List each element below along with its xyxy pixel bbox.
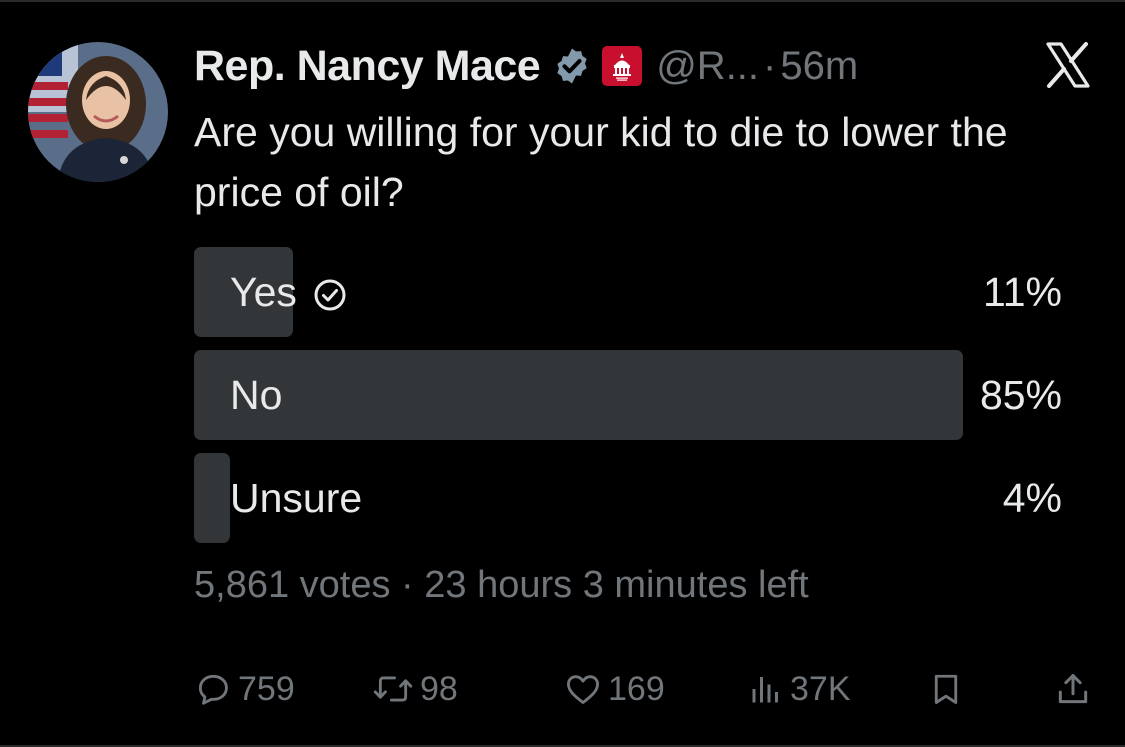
poll-bar-unsure [194,453,230,543]
like-button[interactable]: 169 [564,664,665,714]
tweet-text: Are you willing for your kid to die to l… [194,109,1008,215]
house-gop-badge-icon[interactable] [602,46,643,86]
share-icon [1054,670,1092,708]
separator-dot: · [401,564,414,606]
avatar[interactable] [28,42,168,182]
poll-option-label: Unsure [230,474,363,521]
poll-option-label: No [230,371,283,418]
poll-option-yes[interactable]: Yes 11% [194,247,1064,337]
poll-option-percent: 4% [1002,474,1062,521]
repost-button[interactable]: 98 [372,664,458,714]
bookmark-icon [928,670,964,708]
poll-option-percent: 11% [982,268,1062,315]
reply-button[interactable]: 759 [194,664,295,714]
views-button[interactable]: 37K [748,664,851,714]
heart-icon [564,670,602,708]
repost-count: 98 [420,669,458,708]
tweet-card: Rep. Nancy Mace @R... · 56m Are you will… [0,0,1125,747]
separator-dot: · [763,43,777,88]
reply-icon [194,670,232,708]
poll-option-percent: 85% [979,371,1062,418]
verified-badge-icon[interactable] [552,46,592,86]
bookmark-button[interactable] [928,664,964,714]
tweet-header: Rep. Nancy Mace @R... · 56m [194,38,858,94]
post-time[interactable]: 56m [780,44,858,89]
poll-option-no[interactable]: No 85% [194,350,1064,440]
poll: Yes 11% No 85% Unsure 4% [194,247,1064,556]
like-count: 169 [608,669,665,708]
poll-votes: 5,861 votes [194,564,391,606]
action-bar: 759 98 169 37K [194,664,1094,714]
poll-bar-no [194,350,963,440]
share-button[interactable] [1054,664,1092,714]
poll-time-left: 23 hours 3 minutes left [424,564,809,606]
poll-option-label: Yes [230,268,297,315]
poll-option-unsure[interactable]: Unsure 4% [194,453,1064,543]
author-name[interactable]: Rep. Nancy Mace [194,42,541,91]
views-count: 37K [790,669,851,708]
poll-meta: 5,861 votes · 23 hours 3 minutes left [194,564,809,607]
views-icon [748,671,784,707]
x-logo-icon [1044,42,1092,88]
check-circle-icon [313,275,347,311]
reply-count: 759 [238,669,295,708]
repost-icon [372,670,414,708]
author-handle[interactable]: @R... [656,44,759,89]
